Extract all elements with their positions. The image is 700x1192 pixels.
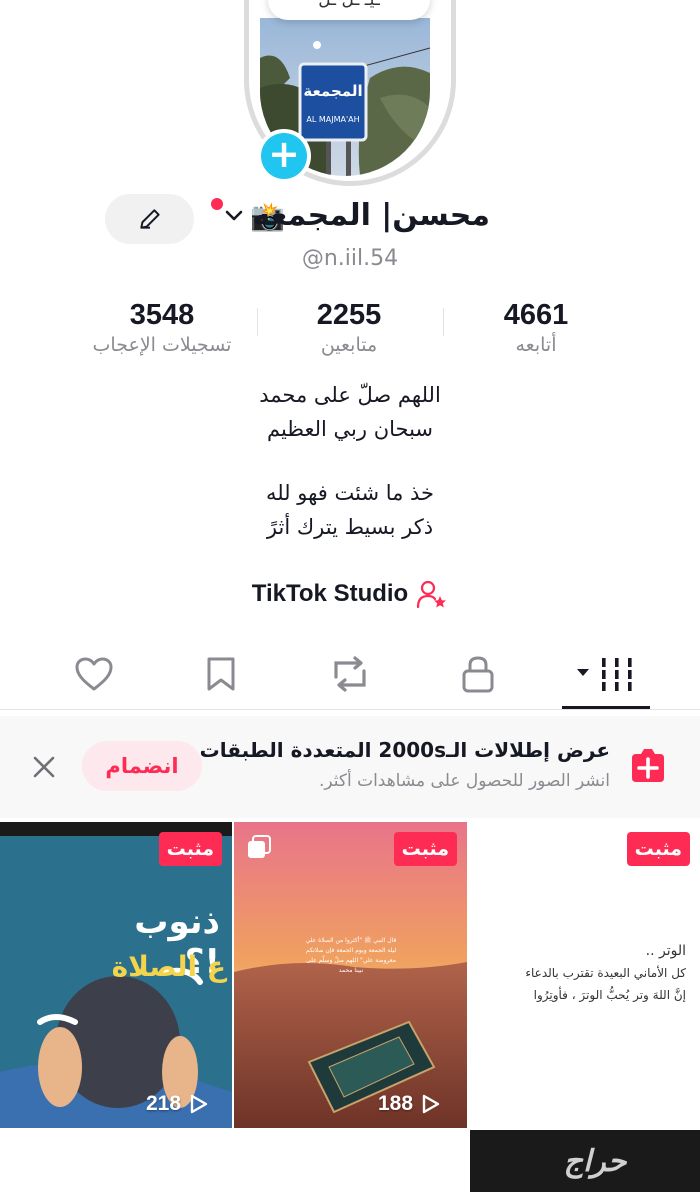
view-count-value: 218 bbox=[146, 1092, 182, 1115]
heart-icon bbox=[75, 657, 113, 691]
bio-line: سبحان ربي العظيم bbox=[266, 417, 434, 441]
username: @n.iil.54 bbox=[301, 246, 399, 271]
user-star-icon bbox=[417, 580, 447, 609]
sign-latin-text: AL MAJMA'AH bbox=[306, 115, 359, 124]
lock-icon bbox=[462, 656, 494, 693]
pinned-badge: مثبت bbox=[626, 832, 690, 866]
bio-line: ذكر بسيط يترك أثرً bbox=[266, 515, 434, 539]
note-bubble[interactable]: ـيـ ـل ـل bbox=[268, 0, 430, 20]
video-thumbnail[interactable]: مثبت قال النبي ﷺ "أكثروا من الصلاة علي ل… bbox=[234, 822, 467, 1128]
video-subheadline: ع الصلاة bbox=[111, 950, 226, 983]
post-text-line: إنَّ اللهَ وتر يُحبُّ الوترَ ، فأوتِرُوا bbox=[533, 988, 686, 1002]
likes-stat[interactable]: 3548 تسجيلات الإعجاب bbox=[72, 296, 252, 356]
bio-line: خذ ما شئت فهو لله bbox=[265, 481, 435, 505]
pinned-badge: مثبت bbox=[158, 832, 222, 866]
play-icon bbox=[190, 1094, 208, 1114]
video-thumbnail[interactable]: مثبت ذنوب !؟ ع الصلاة 218 bbox=[0, 822, 232, 1128]
stat-divider bbox=[257, 308, 258, 336]
bio-line: اللهم صلّ على محمد bbox=[259, 383, 441, 407]
add-story-button[interactable]: + bbox=[257, 129, 311, 183]
post-text-line: كل الأماني البعيدة تقترب بالدعاء bbox=[525, 966, 686, 980]
video-caption: قال النبي ﷺ "أكثروا من الصلاة علي ليلة ا… bbox=[305, 937, 397, 974]
followers-stat[interactable]: 2255 متابعين bbox=[259, 296, 439, 356]
edit-profile-button[interactable] bbox=[105, 194, 194, 244]
watermark-text: حراج bbox=[563, 1144, 627, 1179]
studio-label: TikTok Studio bbox=[251, 580, 409, 607]
bio: اللهم صلّ على محمد سبحان ربي العظيم خذ م… bbox=[0, 378, 700, 544]
following-label: أتابعه bbox=[515, 334, 557, 356]
pinned-badge: مثبت bbox=[393, 832, 457, 866]
stats-bar: 4661 أتابعه 2255 متابعين 3548 تسجيلات ال… bbox=[0, 296, 700, 362]
view-count: 188 bbox=[378, 1092, 441, 1116]
display-name: محسن| المجمعه bbox=[252, 198, 490, 233]
video-thumbnail[interactable]: مثبت الوتر .. كل الأماني البعيدة تقترب ب… bbox=[470, 822, 700, 1128]
bookmark-icon bbox=[207, 657, 235, 691]
tab-favorites[interactable] bbox=[191, 650, 251, 698]
video-grid: مثبت الوتر .. كل الأماني البعيدة تقترب ب… bbox=[0, 822, 700, 1192]
video-thumbnail[interactable]: حراج bbox=[470, 1130, 700, 1192]
note-text: ـيـ ـل ـل bbox=[318, 0, 380, 10]
banner-title: عرض إطلالات الـ2000s المتعددة الطبقات bbox=[199, 738, 610, 762]
likes-label: تسجيلات الإعجاب bbox=[92, 334, 232, 356]
promo-banner: انضمام عرض إطلالات الـ2000s المتعددة الط… bbox=[0, 716, 700, 818]
plus-icon: + bbox=[261, 133, 307, 179]
play-icon bbox=[422, 1094, 440, 1114]
followers-label: متابعين bbox=[320, 334, 378, 356]
close-icon[interactable] bbox=[30, 753, 58, 781]
tiktok-studio-link[interactable]: TikTok Studio bbox=[0, 576, 700, 612]
chevron-down-icon[interactable] bbox=[222, 204, 246, 228]
view-count-value: 188 bbox=[378, 1092, 414, 1115]
tab-private[interactable] bbox=[448, 650, 508, 698]
following-stat[interactable]: 4661 أتابعه bbox=[446, 296, 626, 356]
repost-icon bbox=[334, 656, 366, 692]
likes-count: 3548 bbox=[129, 299, 195, 331]
name-row: 📸 محسن| المجمعه bbox=[0, 194, 700, 244]
add-photo-icon bbox=[632, 749, 664, 782]
grid-icon bbox=[577, 658, 632, 691]
followers-count: 2255 bbox=[316, 299, 382, 331]
banner-subtitle: انشر الصور للحصول على مشاهدات أكثر. bbox=[318, 771, 610, 791]
tab-videos[interactable] bbox=[575, 650, 639, 698]
view-count: 218 bbox=[146, 1092, 209, 1116]
post-text-line: الوتر .. bbox=[645, 943, 686, 959]
post-text: الوتر .. كل الأماني البعيدة تقترب بالدعا… bbox=[476, 940, 686, 1006]
following-count: 4661 bbox=[503, 299, 569, 331]
profile-tabs bbox=[0, 640, 700, 710]
active-tab-indicator bbox=[562, 706, 650, 709]
sign-arabic-text: المجمعة bbox=[303, 82, 362, 100]
stat-divider bbox=[443, 308, 444, 336]
tab-liked[interactable] bbox=[64, 650, 124, 698]
multi-photo-icon bbox=[248, 835, 271, 858]
pencil-icon bbox=[139, 209, 160, 229]
join-button[interactable]: انضمام bbox=[82, 741, 202, 791]
tab-reposts[interactable] bbox=[320, 650, 380, 698]
